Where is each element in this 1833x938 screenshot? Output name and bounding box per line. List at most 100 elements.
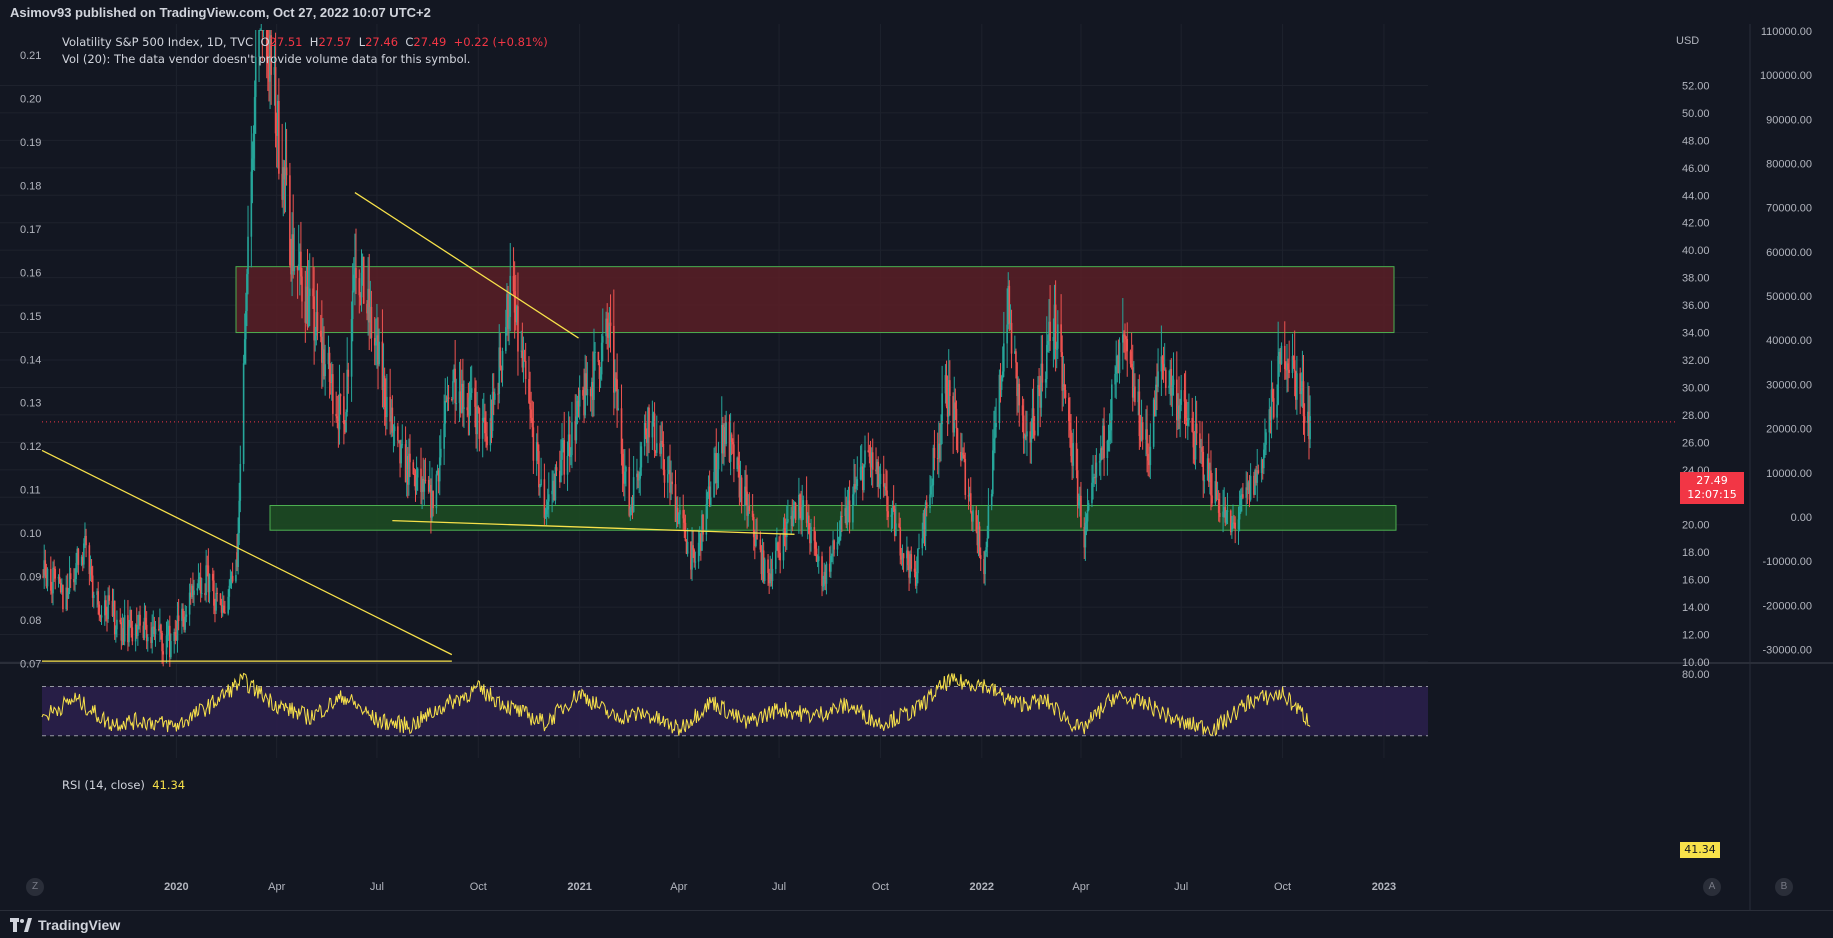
tradingview-brand[interactable]: TradingView bbox=[10, 917, 120, 933]
candle-body bbox=[995, 423, 997, 428]
candle-body bbox=[1249, 475, 1252, 500]
candle-body bbox=[560, 459, 562, 483]
candle-body bbox=[545, 509, 548, 515]
candle-body bbox=[1057, 324, 1059, 349]
candle-body bbox=[838, 536, 841, 542]
candle-body bbox=[582, 390, 584, 396]
candle-body bbox=[131, 627, 134, 642]
price-axis-label: 42.00 bbox=[1682, 218, 1710, 230]
candle-body bbox=[332, 374, 334, 414]
candle-body bbox=[1130, 363, 1133, 368]
candle-body bbox=[1239, 495, 1242, 513]
candle-body bbox=[1060, 324, 1062, 353]
x-tick-label: Apr bbox=[268, 881, 285, 893]
candle-body bbox=[1300, 390, 1303, 395]
candle-body bbox=[119, 619, 122, 623]
candle-body bbox=[751, 510, 754, 517]
candle-body bbox=[1098, 461, 1101, 463]
candle-body bbox=[831, 553, 833, 556]
chart-area[interactable]: 2020 Apr Jul Oct 2021 Apr Jul Oct 2022 Apr Jul Oct 2… bbox=[0, 24, 1833, 910]
candle-body bbox=[885, 486, 887, 491]
zoom-button[interactable]: Z bbox=[26, 878, 44, 896]
candle-body bbox=[878, 484, 881, 487]
candle-body bbox=[415, 477, 418, 491]
rsi-legend[interactable]: RSI (14, close) 41.34 bbox=[62, 778, 185, 792]
candle-body bbox=[902, 553, 905, 559]
candle-body bbox=[925, 502, 928, 509]
candle-body bbox=[416, 468, 419, 478]
candle-body bbox=[219, 593, 222, 605]
x-tick-label: Jul bbox=[1174, 881, 1188, 893]
candle-body bbox=[730, 434, 733, 442]
candle-body bbox=[157, 628, 160, 630]
candle-body bbox=[639, 467, 642, 479]
candle-body bbox=[752, 516, 755, 538]
candle-body bbox=[706, 492, 709, 504]
candle-body bbox=[778, 550, 780, 553]
candle-body bbox=[1287, 363, 1289, 370]
candle-body bbox=[1164, 369, 1167, 389]
log-scale-button[interactable]: B bbox=[1775, 878, 1793, 896]
candle-body bbox=[856, 479, 859, 487]
candle-body bbox=[338, 394, 341, 430]
candle-body bbox=[1091, 482, 1093, 504]
candle-body bbox=[531, 417, 534, 428]
volume-axis-label: 50000.00 bbox=[1766, 291, 1812, 303]
candle-body bbox=[391, 407, 394, 433]
candle-body bbox=[1192, 431, 1195, 448]
candle-body bbox=[877, 461, 880, 487]
published-text: Asimov93 published on TradingView.com, O… bbox=[10, 5, 431, 20]
candle-body bbox=[1008, 285, 1011, 324]
candle-body bbox=[941, 393, 943, 425]
candle-body bbox=[1095, 462, 1098, 478]
candle-body bbox=[245, 311, 247, 340]
candle-body bbox=[455, 403, 458, 405]
candle-body bbox=[1045, 344, 1048, 380]
candle-body bbox=[1283, 345, 1286, 370]
candle-body bbox=[1292, 356, 1295, 361]
candle-body bbox=[1052, 336, 1055, 341]
candle-body bbox=[836, 542, 839, 550]
candle-body bbox=[1026, 431, 1028, 437]
candle-body bbox=[161, 633, 163, 652]
candle-body bbox=[50, 569, 52, 591]
candle-body bbox=[469, 393, 472, 398]
candle-body bbox=[378, 341, 380, 365]
candle-body bbox=[1003, 343, 1005, 372]
auto-scale-button[interactable]: A bbox=[1703, 878, 1721, 896]
candle-body bbox=[617, 408, 620, 411]
candle-body bbox=[200, 592, 203, 594]
symbol-title: Volatility S&P 500 Index, 1D, TVC bbox=[62, 35, 254, 49]
price-axis-label: 48.00 bbox=[1682, 135, 1710, 147]
candle-body bbox=[100, 615, 103, 618]
candle-body bbox=[196, 588, 199, 591]
candle-body bbox=[933, 447, 936, 458]
candle-body bbox=[343, 396, 345, 425]
price-axis-label: 52.00 bbox=[1682, 80, 1710, 92]
candle-body bbox=[771, 569, 774, 581]
candle-body bbox=[466, 407, 469, 411]
volume-legend[interactable]: Vol (20): The data vendor doesn't provid… bbox=[62, 52, 470, 66]
volume-axis-label: 60000.00 bbox=[1766, 247, 1812, 259]
candle-body bbox=[662, 443, 665, 470]
candle-body bbox=[1075, 443, 1078, 471]
candle-body bbox=[815, 548, 818, 562]
candle-body bbox=[1155, 384, 1157, 417]
candle-body bbox=[447, 397, 450, 400]
candle-body bbox=[554, 467, 557, 501]
candle-body bbox=[193, 590, 195, 595]
candle-body bbox=[69, 573, 72, 580]
symbol-legend[interactable]: Volatility S&P 500 Index, 1D, TVC O27.51… bbox=[62, 35, 548, 49]
candle-body bbox=[1162, 363, 1165, 370]
last-price-badge: 27.49 12:07:15 bbox=[1680, 472, 1744, 504]
candle-body bbox=[1302, 381, 1305, 417]
candle-body bbox=[1134, 386, 1136, 403]
candle-body bbox=[470, 388, 473, 394]
price-axis-label: 32.00 bbox=[1682, 355, 1710, 367]
candle-body bbox=[892, 505, 895, 509]
x-tick-label: 2023 bbox=[1372, 881, 1396, 893]
candle-body bbox=[231, 575, 234, 582]
candle-body bbox=[962, 452, 964, 455]
volume-axis-label: 100000.00 bbox=[1760, 70, 1812, 82]
candle-body bbox=[987, 506, 990, 539]
